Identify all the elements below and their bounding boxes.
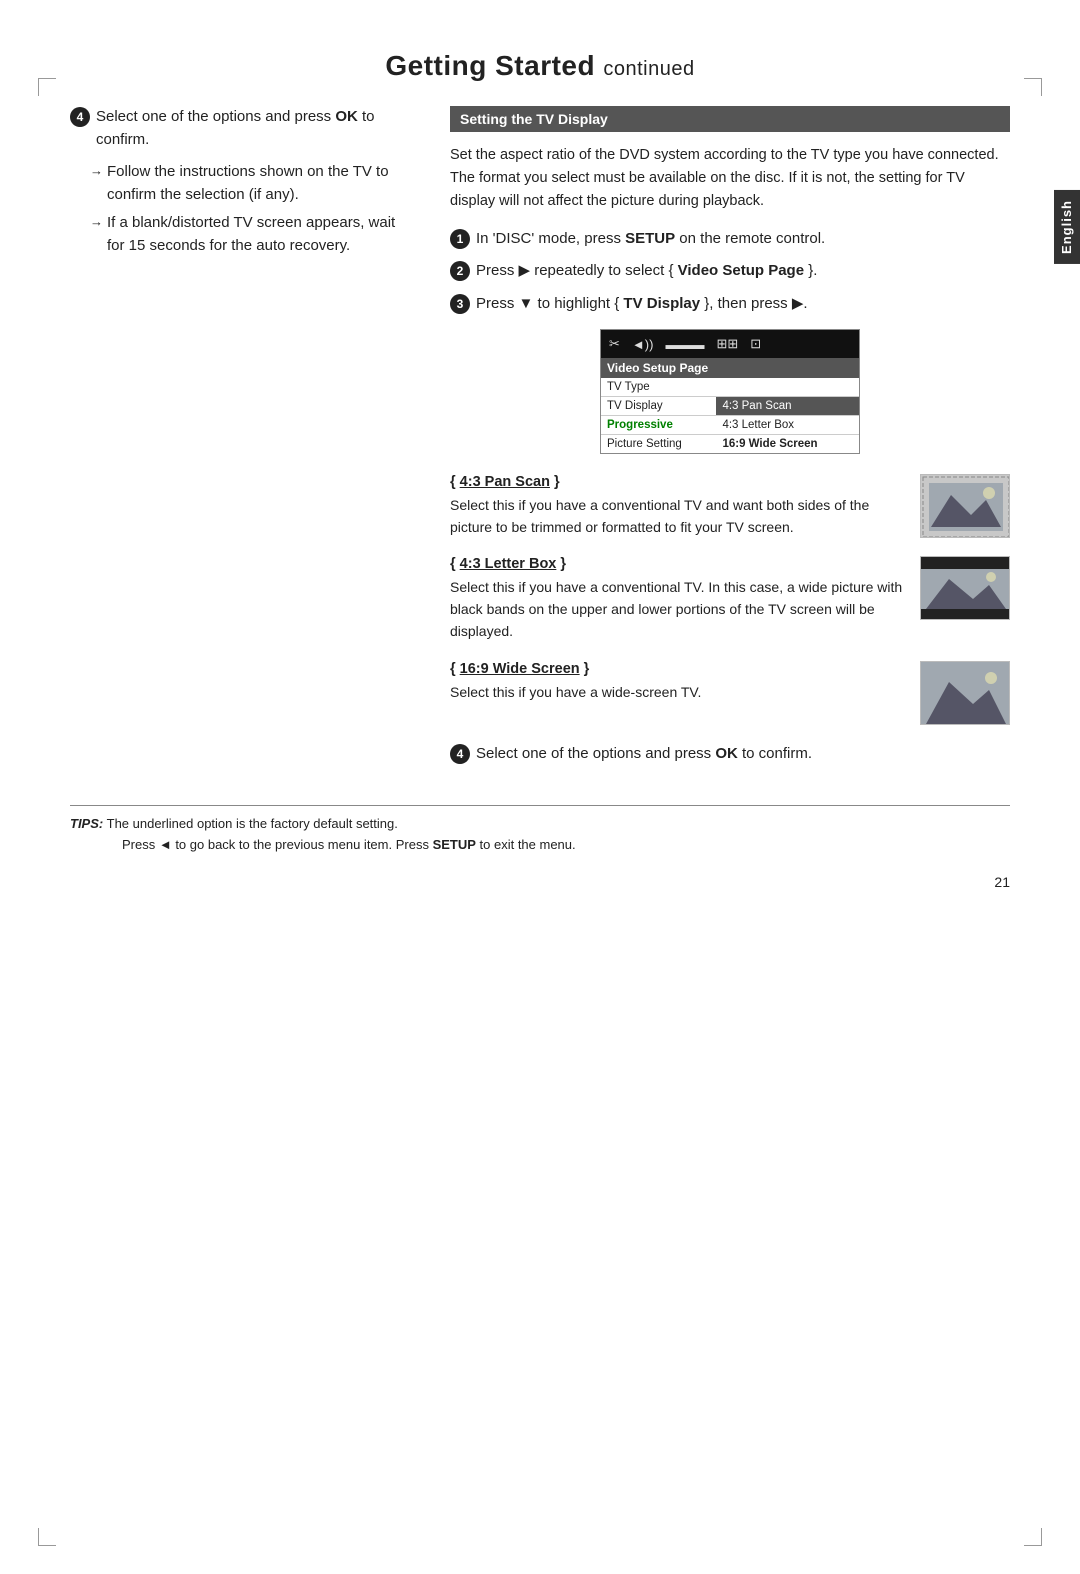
title-main: Getting Started xyxy=(385,50,595,81)
menu-row-progressive: Progressive 4:3 Letter Box xyxy=(601,416,859,435)
letter-box-text: Select this if you have a conventional T… xyxy=(450,577,906,642)
tips-line1: TIPS: The underlined option is the facto… xyxy=(70,814,1010,835)
step-4r-circle: 4 xyxy=(450,744,470,764)
page-number: 21 xyxy=(70,874,1010,890)
wide-screen-row: { 16:9 Wide Screen } Select this if you … xyxy=(450,661,1010,725)
step-2-circle: 2 xyxy=(450,261,470,281)
pan-scan-text: Select this if you have a conventional T… xyxy=(450,495,906,538)
letter-box-text-block: { 4:3 Letter Box } Select this if you ha… xyxy=(450,556,906,642)
corner-mark-br xyxy=(1024,1528,1042,1546)
option-wide-screen: { 16:9 Wide Screen } Select this if you … xyxy=(450,661,1010,725)
left-column: 4 Select one of the options and press OK… xyxy=(70,106,410,263)
wide-screen-text-block: { 16:9 Wide Screen } Select this if you … xyxy=(450,661,906,704)
menu-label-progressive: Progressive xyxy=(601,416,716,435)
arrow-symbol-1: → xyxy=(90,163,103,178)
menu-label-tvdisplay: TV Display xyxy=(601,397,716,416)
wide-screen-text: Select this if you have a wide-screen TV… xyxy=(450,682,906,704)
letter-box-image xyxy=(920,556,1010,620)
arrow-text-2: If a blank/distorted TV screen appears, … xyxy=(107,212,410,257)
corner-mark-tr xyxy=(1024,78,1042,96)
corner-mark-tl xyxy=(38,78,56,96)
step-3-right: 3 Press ▼ to highlight { TV Display }, t… xyxy=(450,293,1010,316)
language-tab: English xyxy=(1054,190,1080,264)
tips-label: TIPS: xyxy=(70,816,103,831)
step-4r-text: Select one of the options and press OK t… xyxy=(476,743,1010,766)
step-1-text: In 'DISC' mode, press SETUP on the remot… xyxy=(476,228,1010,251)
menu-row-tvdisplay: TV Display 4:3 Pan Scan xyxy=(601,397,859,416)
letter-box-svg xyxy=(921,557,1010,620)
menu-label-picturesetting: Picture Setting xyxy=(601,435,716,454)
icon-audio: ◄)) xyxy=(632,337,654,352)
dvd-menu-table: TV Type TV Display 4:3 Pan Scan Progress… xyxy=(601,378,859,453)
icon-grid: ⊞⊞ xyxy=(716,336,738,352)
dvd-menu-title: Video Setup Page xyxy=(601,358,859,378)
title-continued: continued xyxy=(603,58,694,80)
menu-val-tvtype xyxy=(716,378,859,397)
step-4-text: Select one of the options and press OK t… xyxy=(96,106,410,151)
arrow-symbol-2: → xyxy=(90,214,103,229)
page-title: Getting Started continued xyxy=(70,50,1010,82)
pan-scan-text-block: { 4:3 Pan Scan } Select this if you have… xyxy=(450,474,906,538)
section-header: Setting the TV Display xyxy=(450,106,1010,132)
tips-line2: Press ◄ to go back to the previous menu … xyxy=(70,835,1010,856)
menu-row-picturesetting: Picture Setting 16:9 Wide Screen xyxy=(601,435,859,454)
step-2-right: 2 Press ▶ repeatedly to select { Video S… xyxy=(450,260,1010,283)
right-column: Setting the TV Display Set the aspect ra… xyxy=(450,106,1010,775)
option-pan-scan: { 4:3 Pan Scan } Select this if you have… xyxy=(450,474,1010,538)
tips-line1-text: The underlined option is the factory def… xyxy=(107,816,398,831)
tips-footer: TIPS: The underlined option is the facto… xyxy=(70,805,1010,856)
step-4-left: 4 Select one of the options and press OK… xyxy=(70,106,410,151)
corner-mark-bl xyxy=(38,1528,56,1546)
menu-val-progressive: 4:3 Letter Box xyxy=(716,416,859,435)
two-column-layout: 4 Select one of the options and press OK… xyxy=(70,106,1010,775)
wide-screen-image xyxy=(920,661,1010,725)
menu-val-tvdisplay: 4:3 Pan Scan xyxy=(716,397,859,416)
arrow-item-2: → If a blank/distorted TV screen appears… xyxy=(90,212,410,257)
step-1-circle: 1 xyxy=(450,229,470,249)
pan-scan-title: { 4:3 Pan Scan } xyxy=(450,474,906,490)
letter-box-title: { 4:3 Letter Box } xyxy=(450,556,906,572)
step-2-text: Press ▶ repeatedly to select { Video Set… xyxy=(476,260,1010,283)
wide-screen-svg xyxy=(921,662,1010,725)
intro-text: Set the aspect ratio of the DVD system a… xyxy=(450,144,1010,214)
arrow-item-1: → Follow the instructions shown on the T… xyxy=(90,161,410,206)
step-4-circle: 4 xyxy=(70,107,90,127)
wide-screen-title: { 16:9 Wide Screen } xyxy=(450,661,906,677)
page-content: Getting Started continued 4 Select one o… xyxy=(70,50,1010,890)
menu-row-tvtype: TV Type xyxy=(601,378,859,397)
pan-scan-svg xyxy=(921,475,1010,538)
icon-square: ⊡ xyxy=(750,336,761,352)
pan-scan-image xyxy=(920,474,1010,538)
option-letter-box: { 4:3 Letter Box } Select this if you ha… xyxy=(450,556,1010,642)
menu-label-tvtype: TV Type xyxy=(601,378,716,397)
step-3-text: Press ▼ to highlight { TV Display }, the… xyxy=(476,293,1010,316)
pan-scan-row: { 4:3 Pan Scan } Select this if you have… xyxy=(450,474,1010,538)
step-3-circle: 3 xyxy=(450,294,470,314)
icon-scissors: ✂ xyxy=(609,336,620,352)
menu-val-picturesetting: 16:9 Wide Screen xyxy=(716,435,859,454)
icon-bars: ▬▬▬ xyxy=(665,337,704,352)
dvd-menu: ✂ ◄)) ▬▬▬ ⊞⊞ ⊡ Video Setup Page TV Type … xyxy=(600,329,860,454)
letter-box-row: { 4:3 Letter Box } Select this if you ha… xyxy=(450,556,1010,642)
step-4-right: 4 Select one of the options and press OK… xyxy=(450,743,1010,766)
arrow-text-1: Follow the instructions shown on the TV … xyxy=(107,161,410,206)
step-1-right: 1 In 'DISC' mode, press SETUP on the rem… xyxy=(450,228,1010,251)
dvd-menu-icons: ✂ ◄)) ▬▬▬ ⊞⊞ ⊡ xyxy=(601,330,859,358)
